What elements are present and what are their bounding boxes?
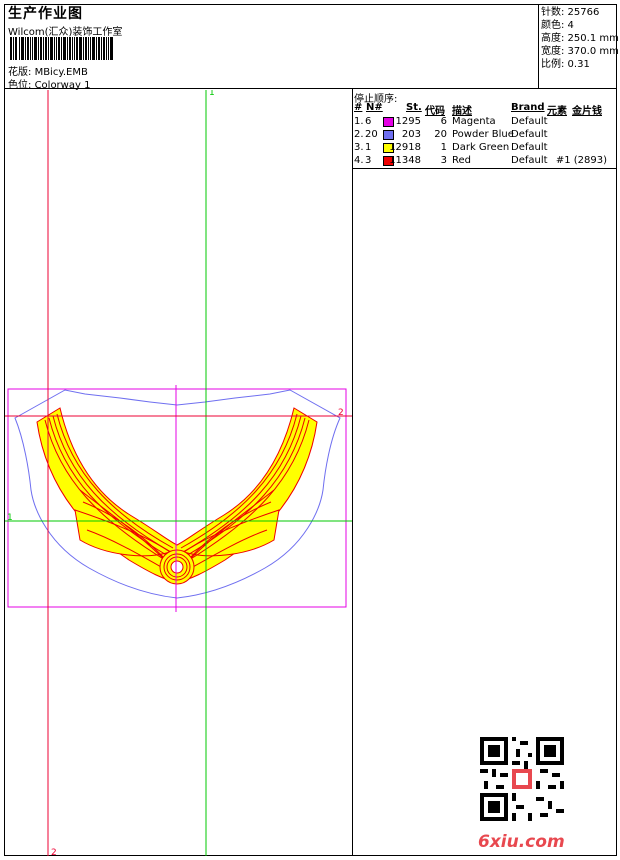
stitch-count: 针数: 25766 [541,7,600,18]
stats-divider [538,4,539,89]
stop-row: 1. 6 1295 6 Magenta Default [353,115,617,128]
stop-needle: 20 [365,129,378,140]
stop-code: 1 [440,142,447,153]
red-vertical-label: 2 [51,848,57,856]
stop-needle: 3 [365,155,372,166]
stop-num: 3. [354,142,364,153]
stop-brand: Default [511,129,548,140]
watermark: 6xiu.com [478,832,565,852]
stop-needle: 1 [365,142,372,153]
stop-description: Dark Green [452,142,510,153]
color-swatch [383,130,394,140]
stop-description: Powder Blue [452,129,514,140]
stop-brand: Default [511,116,548,127]
col-header-stitches: St. [406,102,422,113]
stop-stitches: 1295 [395,116,421,127]
header-divider [4,88,617,89]
design-height: 高度: 250.1 mm [541,33,619,44]
stop-stitches: 12918 [389,142,421,153]
stop-description: Magenta [452,116,496,127]
red-horizontal-label: 2 [338,408,344,418]
design-scale: 比例: 0.31 [541,59,590,70]
stop-code: 6 [440,116,447,127]
qr-code [480,737,564,821]
design-width: 宽度: 370.0 mm [541,46,619,57]
col-header-brand: Brand [511,102,545,113]
stop-brand: Default [511,155,548,166]
page-title: 生产作业图 [8,6,83,22]
canvas-divider [352,88,353,856]
green-horizontal-label: 1 [7,513,13,523]
color-swatch [383,117,394,127]
stop-row: 2. 20 203 20 Powder Blue Default [353,128,617,141]
company-name: Wilcom(汇众)装饰工作室 [8,27,123,38]
stop-needle: 6 [365,116,372,127]
col-header-num: # [354,102,363,113]
barcode [10,37,113,60]
col-header-needle: N# [366,102,383,113]
stop-row: 3. 1 12918 1 Dark Green Default [353,141,617,154]
design-canvas: 1 1 2 2 [5,90,352,856]
green-vertical-label: 1 [209,90,215,98]
stop-description: Red [452,155,471,166]
stop-stitches: 203 [401,129,421,140]
stop-num: 4. [354,155,364,166]
stop-row: 4. 3 11348 3 Red Default #1 (2893) [353,154,617,167]
stop-code: 3 [440,155,447,166]
stop-stitches: 11348 [389,155,421,166]
stop-code: 20 [434,129,447,140]
stops-divider [352,168,617,169]
stop-brand: Default [511,142,548,153]
stats-panel: 针数: 25766 颜色: 4 高度: 250.1 mm 宽度: 370.0 m… [541,6,619,71]
stop-num: 2. [354,129,364,140]
color-count: 颜色: 4 [541,20,574,31]
stop-num: 1. [354,116,364,127]
stop-sequin: #1 (2893) [555,155,607,166]
embroidery-preview: 1 1 2 2 [5,90,352,856]
